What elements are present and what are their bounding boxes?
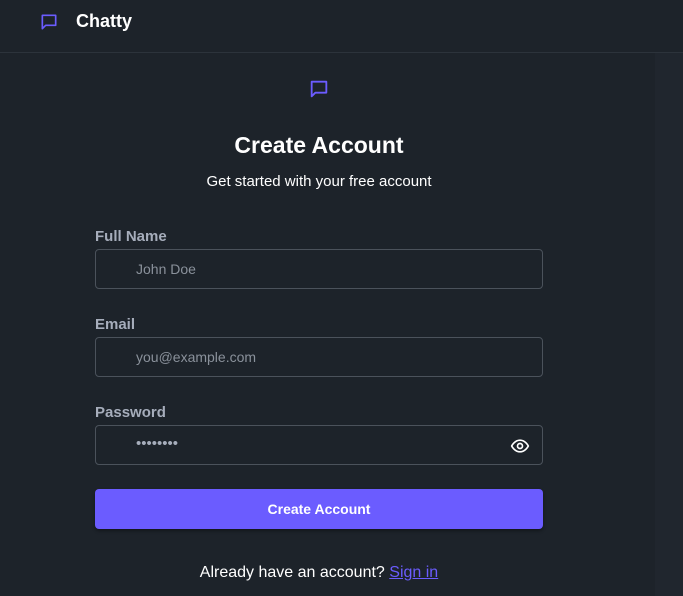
full-name-label: Full Name: [95, 228, 167, 245]
chat-bubble-icon: [310, 80, 328, 98]
password-input[interactable]: ••••••••: [136, 435, 178, 452]
top-navbar: Chatty: [0, 0, 683, 53]
email-input[interactable]: [136, 338, 496, 376]
sign-in-link[interactable]: Sign in: [389, 564, 438, 581]
email-label: Email: [95, 316, 136, 333]
signup-panel: Create Account Get started with your fre…: [0, 53, 655, 596]
signin-prompt-text: Already have an account?: [199, 564, 385, 581]
password-field[interactable]: ••••••••: [95, 425, 543, 465]
brand-name[interactable]: Chatty: [76, 11, 132, 32]
eye-icon[interactable]: [510, 436, 530, 456]
page-title: Create Account: [234, 132, 404, 158]
full-name-field[interactable]: [95, 249, 543, 289]
password-label: Password: [95, 404, 166, 421]
page-subtitle: Get started with your free account: [206, 173, 432, 190]
create-account-button[interactable]: Create Account: [95, 489, 543, 529]
email-field[interactable]: [95, 337, 543, 377]
chat-bubble-icon[interactable]: [39, 12, 59, 32]
scrollbar-track[interactable]: [655, 53, 683, 596]
full-name-input[interactable]: [136, 250, 496, 288]
signin-prompt: Already have an account? Sign in: [0, 564, 638, 582]
